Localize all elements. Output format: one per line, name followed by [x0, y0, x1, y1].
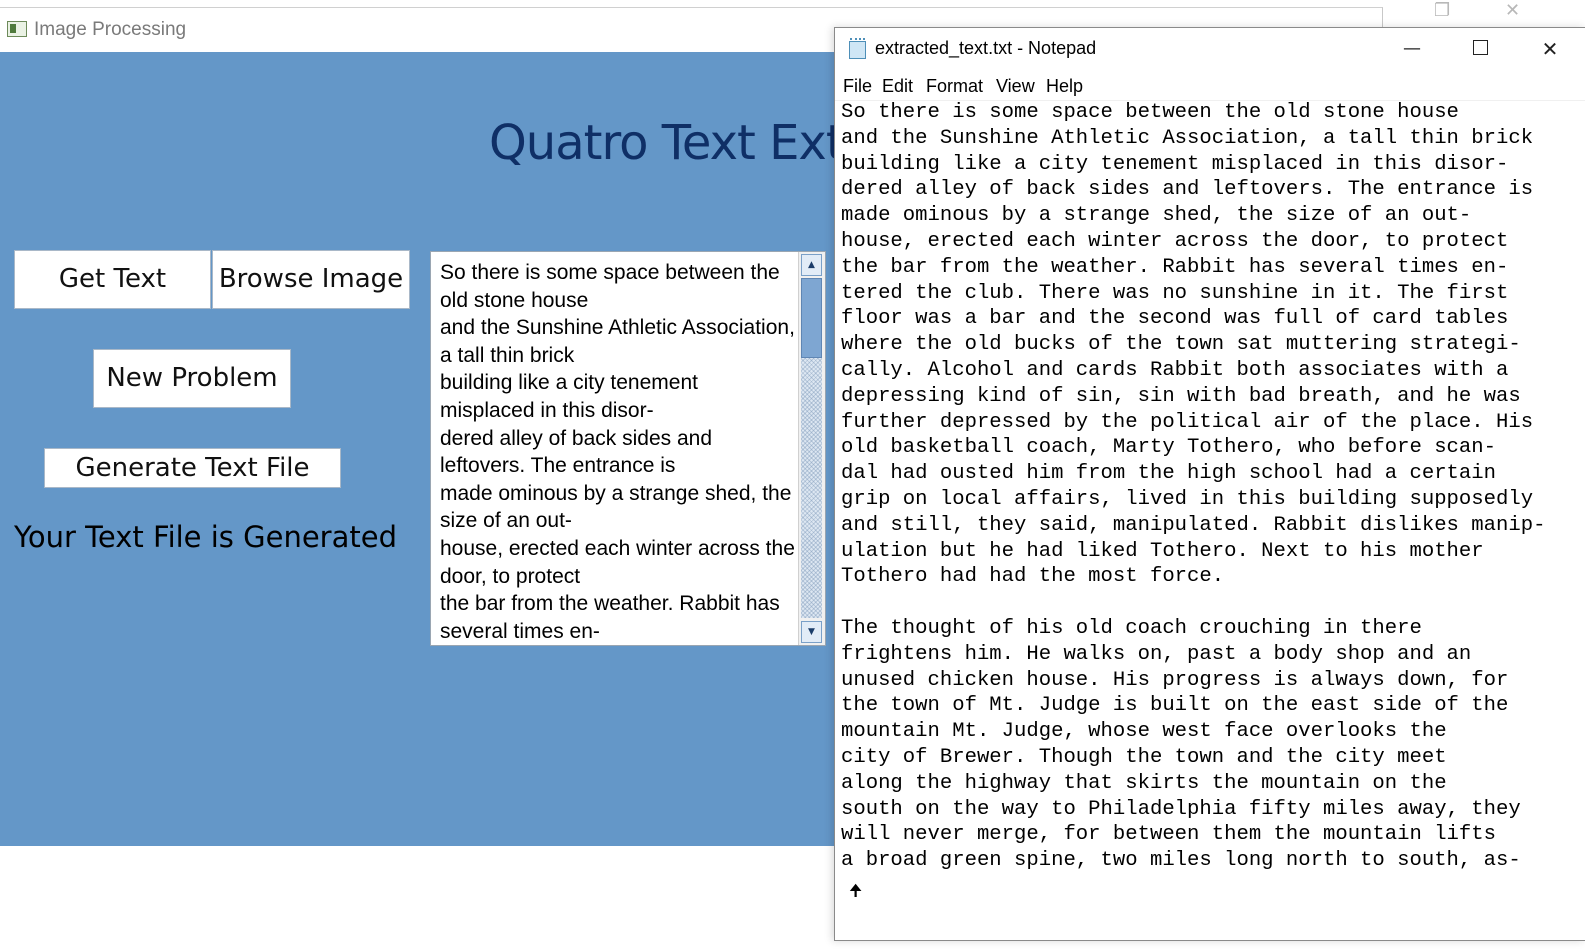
close-icon[interactable]: ✕ — [1525, 28, 1575, 70]
scroll-up-arrow-icon[interactable]: ▲ — [801, 254, 822, 276]
notepad-icon — [847, 38, 867, 60]
browse-image-button[interactable]: Browse Image — [212, 250, 410, 309]
notepad-menubar: File Edit Format View Help — [835, 70, 1585, 101]
app-heading: Quatro Text Extr — [489, 115, 863, 171]
textbox-scrollbar[interactable]: ▲ ▼ — [798, 252, 825, 645]
notepad-title: extracted_text.txt - Notepad — [875, 38, 1097, 58]
generate-text-file-button[interactable]: Generate Text File — [44, 448, 341, 488]
image-processing-title: Image Processing — [34, 19, 187, 40]
menu-view[interactable]: View — [996, 76, 1035, 97]
notepad-window: extracted_text.txt - Notepad — ✕ File Ed… — [834, 27, 1585, 941]
menu-file[interactable]: File — [843, 76, 872, 97]
notepad-editor[interactable]: So there is some space between the old s… — [841, 100, 1581, 940]
notepad-text-content[interactable]: So there is some space between the old s… — [841, 100, 1581, 874]
menu-edit[interactable]: Edit — [882, 76, 913, 97]
maximize-icon[interactable] — [1455, 28, 1505, 70]
scroll-down-arrow-icon[interactable]: ▼ — [801, 621, 822, 643]
mouse-cursor-icon: 🠉 — [849, 881, 863, 900]
scrollbar-thumb[interactable] — [801, 278, 822, 358]
background-restore-icon: ❐ — [1434, 0, 1451, 21]
menu-help[interactable]: Help — [1046, 76, 1083, 97]
menu-format[interactable]: Format — [926, 76, 983, 97]
extracted-text-content[interactable]: So there is some space between the old s… — [440, 259, 796, 645]
extracted-text-box[interactable]: So there is some space between the old s… — [430, 251, 826, 646]
app-window-icon — [7, 21, 27, 37]
get-text-button[interactable]: Get Text — [14, 250, 211, 309]
notepad-titlebar[interactable]: extracted_text.txt - Notepad — ✕ — [835, 28, 1585, 70]
status-label: Your Text File is Generated — [14, 520, 397, 554]
background-close-icon: ✕ — [1505, 0, 1521, 21]
new-problem-button[interactable]: New Problem — [93, 349, 291, 408]
minimize-icon[interactable]: — — [1387, 28, 1437, 70]
